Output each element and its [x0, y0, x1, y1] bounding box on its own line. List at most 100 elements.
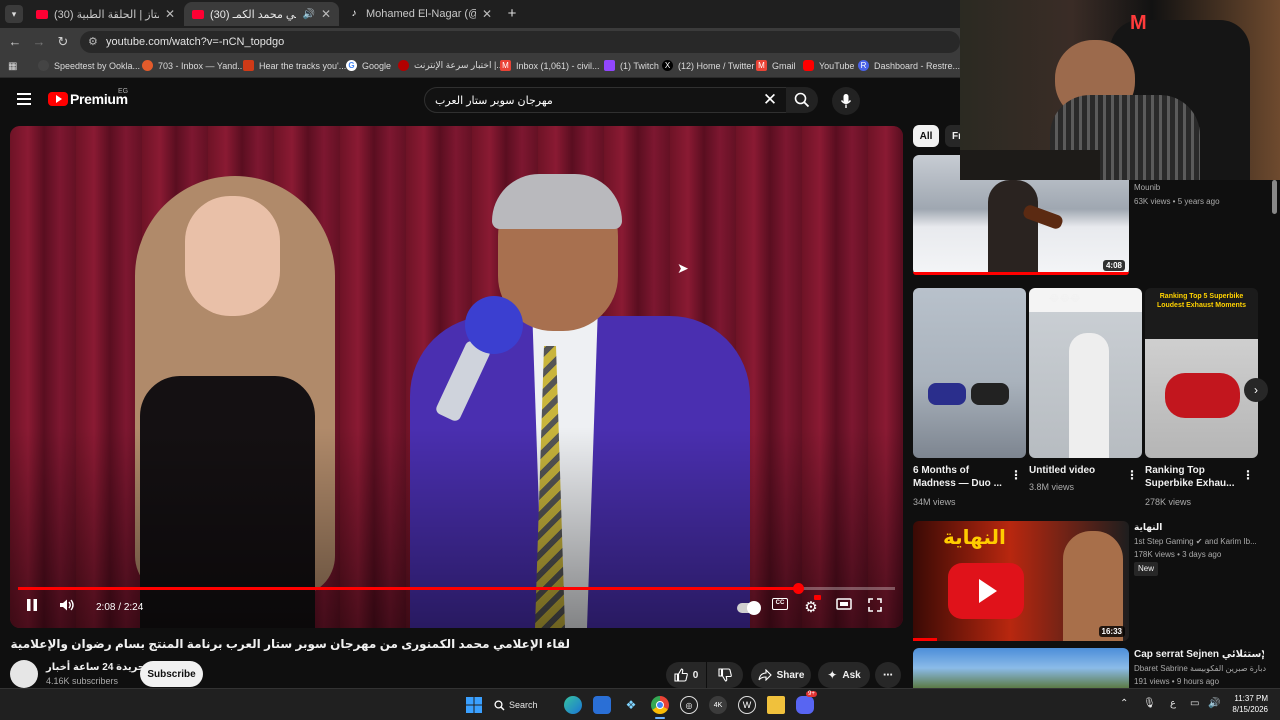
short-thumbnail[interactable]: Ranking Top 5 Superbike Loudest Exhaust …: [1145, 288, 1258, 458]
tab-search-button[interactable]: ▾: [5, 5, 23, 23]
bookmark-youtube[interactable]: YouTube: [803, 60, 854, 71]
tab-1[interactable]: (30) السيت المتاز | الحلقة الطبية ✕: [28, 2, 183, 26]
controls-gradient: [10, 126, 903, 628]
address-bar[interactable]: ⚙ youtube.com/watch?v=-nCN_topdgo: [80, 31, 960, 53]
captions-button[interactable]: CC: [771, 598, 789, 610]
menu-icon[interactable]: [17, 93, 31, 105]
bookmark-restream[interactable]: R Dashboard - Restre...: [858, 60, 960, 71]
rec-channel[interactable]: Mounib: [1134, 182, 1160, 194]
bookmark-twitter[interactable]: X (12) Home / Twitter: [662, 60, 754, 71]
short-title[interactable]: Untitled video: [1029, 464, 1121, 477]
proton-vpn-icon[interactable]: ❖: [622, 696, 640, 714]
channel-name[interactable]: جريدة 24 ساعة أخبار: [46, 662, 145, 673]
settings-button[interactable]: ⚙: [802, 595, 821, 616]
clock-time[interactable]: 11:37 PM: [1228, 694, 1268, 703]
rec-channel[interactable]: Dbaret Sabrine دبارة صبرين الفكوبيسة: [1134, 663, 1266, 675]
search-input[interactable]: مهرجان سوبر ستار العرب: [424, 87, 788, 113]
scrubber-handle[interactable]: [792, 583, 804, 594]
microphone-icon[interactable]: 🎙: [1143, 698, 1156, 709]
bookmark-gmail-inbox[interactable]: M Inbox (1,061) - civil...: [500, 60, 600, 71]
more-vertical-icon[interactable]: ⋮: [1126, 468, 1138, 482]
clear-search-icon[interactable]: ✕: [762, 90, 778, 110]
fullscreen-icon: [868, 598, 882, 612]
4k-downloader-icon[interactable]: 4K: [709, 696, 727, 714]
autoplay-toggle[interactable]: [737, 601, 761, 615]
discord-icon[interactable]: 9+: [796, 691, 817, 714]
taskbar-search[interactable]: Search: [494, 696, 552, 714]
short-thumbnail[interactable]: 😂😂😂: [1029, 288, 1142, 458]
tray-chevron-icon[interactable]: ⌃: [1120, 698, 1128, 709]
chrome-icon[interactable]: [651, 696, 669, 714]
bookmark-last-fm[interactable]: Hear the tracks you'...: [243, 60, 346, 71]
channel-avatar[interactable]: [10, 660, 38, 688]
back-icon[interactable]: ←: [7, 34, 23, 49]
search-button[interactable]: [786, 87, 818, 113]
rec-meta: 178K views • 3 days ago: [1134, 550, 1222, 559]
thumbs-up-icon: [674, 668, 688, 682]
word-icon[interactable]: W: [738, 696, 756, 714]
theater-mode-button[interactable]: [835, 598, 853, 610]
keyboard-language[interactable]: ع: [1170, 698, 1176, 709]
tab-2[interactable]: (30) لقاء الاعلامي محمد الكمـ 🔊 ✕: [184, 2, 339, 26]
speedtest-icon: [38, 60, 49, 71]
dislike-button[interactable]: [707, 662, 743, 688]
new-tab-button[interactable]: +: [505, 5, 519, 22]
file-explorer-icon[interactable]: [767, 696, 785, 714]
thumbnail-caption: 😂😂😂: [1049, 293, 1081, 303]
bookmark-google[interactable]: G Google: [346, 60, 391, 71]
restream-icon: R: [858, 60, 869, 71]
mail-app-icon[interactable]: [593, 696, 611, 714]
speaker-icon[interactable]: 🔊: [302, 9, 314, 20]
network-icon[interactable]: ▭: [1190, 698, 1199, 709]
thumbnail-caption: النهاية: [943, 527, 1006, 549]
rec-channel[interactable]: 1st Step Gaming ✔ and Karim Ib...: [1134, 536, 1257, 548]
close-icon[interactable]: ✕: [165, 7, 175, 21]
youtube-logo-icon[interactable]: [48, 92, 68, 106]
bookmark-yandex-inbox[interactable]: 703 - Inbox — Yand...: [142, 60, 245, 71]
recommendation-thumbnail[interactable]: النهاية 16:33: [913, 521, 1129, 641]
volume-icon[interactable]: 🔊: [1208, 698, 1220, 709]
windows-taskbar: Search ❖ ◎ 4K W 9+ ⌃ 🎙 ع ▭ 🔊 11:37 PM 8/…: [0, 688, 1280, 720]
more-vertical-icon[interactable]: ⋮: [1242, 468, 1254, 482]
country-code: EG: [118, 88, 129, 95]
youtube-icon: [192, 9, 204, 19]
short-title[interactable]: 6 Months of Madness — Duo ...: [913, 464, 1005, 490]
close-icon[interactable]: ✕: [482, 7, 492, 21]
rec-title[interactable]: النهاية: [1134, 521, 1162, 533]
more-vertical-icon[interactable]: ⋮: [1010, 468, 1022, 482]
video-player[interactable]: ➤ 2:08 / 2:24 CC ⚙: [10, 126, 903, 628]
recommendation-thumbnail[interactable]: [913, 648, 1129, 688]
more-actions-button[interactable]: ⋯: [875, 662, 901, 688]
apps-grid-icon[interactable]: ▦: [8, 61, 17, 72]
clock-date[interactable]: 8/15/2026: [1228, 705, 1268, 714]
subscribe-button[interactable]: Subscribe: [140, 661, 203, 687]
chip-all[interactable]: All: [913, 125, 939, 147]
volume-button[interactable]: [58, 598, 76, 612]
bookmark-gmail[interactable]: M Gmail: [756, 60, 796, 71]
site-settings-icon[interactable]: ⚙: [88, 35, 98, 48]
webcam-overlay: M: [960, 0, 1280, 180]
bookmark-speedtest-ar[interactable]: اختبار سرعة الإنترنت |...: [398, 60, 504, 71]
scrollbar-thumb[interactable]: [1272, 180, 1277, 214]
reload-icon[interactable]: ↻: [55, 34, 71, 50]
progress-bar[interactable]: [18, 583, 895, 594]
bookmark-twitch[interactable]: (1) Twitch: [604, 60, 659, 71]
shorts-next-button[interactable]: ›: [1244, 378, 1268, 402]
github-icon[interactable]: ◎: [680, 696, 698, 714]
forward-icon[interactable]: →: [31, 34, 47, 49]
share-button[interactable]: Share: [751, 662, 811, 688]
short-thumbnail[interactable]: [913, 288, 1026, 458]
ask-button[interactable]: ✦ Ask: [818, 662, 870, 688]
subscriber-count: 4.16K subscribers: [46, 676, 119, 686]
voice-search-button[interactable]: [832, 87, 860, 115]
windows-start-icon[interactable]: [465, 696, 483, 714]
close-icon[interactable]: ✕: [321, 7, 331, 21]
tab-3[interactable]: ♪ Mohamed El-Nagar (@nagaret) ✕: [340, 2, 500, 26]
short-title[interactable]: Ranking Top Superbike Exhau...: [1145, 464, 1237, 490]
pause-button[interactable]: [24, 598, 40, 612]
rec-title[interactable]: Cap serrat Sejnen اليوم الإستثلائي: [1134, 648, 1264, 661]
bookmark-speedtest[interactable]: Speedtest by Ookla...: [38, 60, 140, 71]
fullscreen-button[interactable]: [867, 598, 883, 612]
edge-icon[interactable]: [564, 696, 582, 714]
like-button[interactable]: 0: [666, 662, 706, 688]
